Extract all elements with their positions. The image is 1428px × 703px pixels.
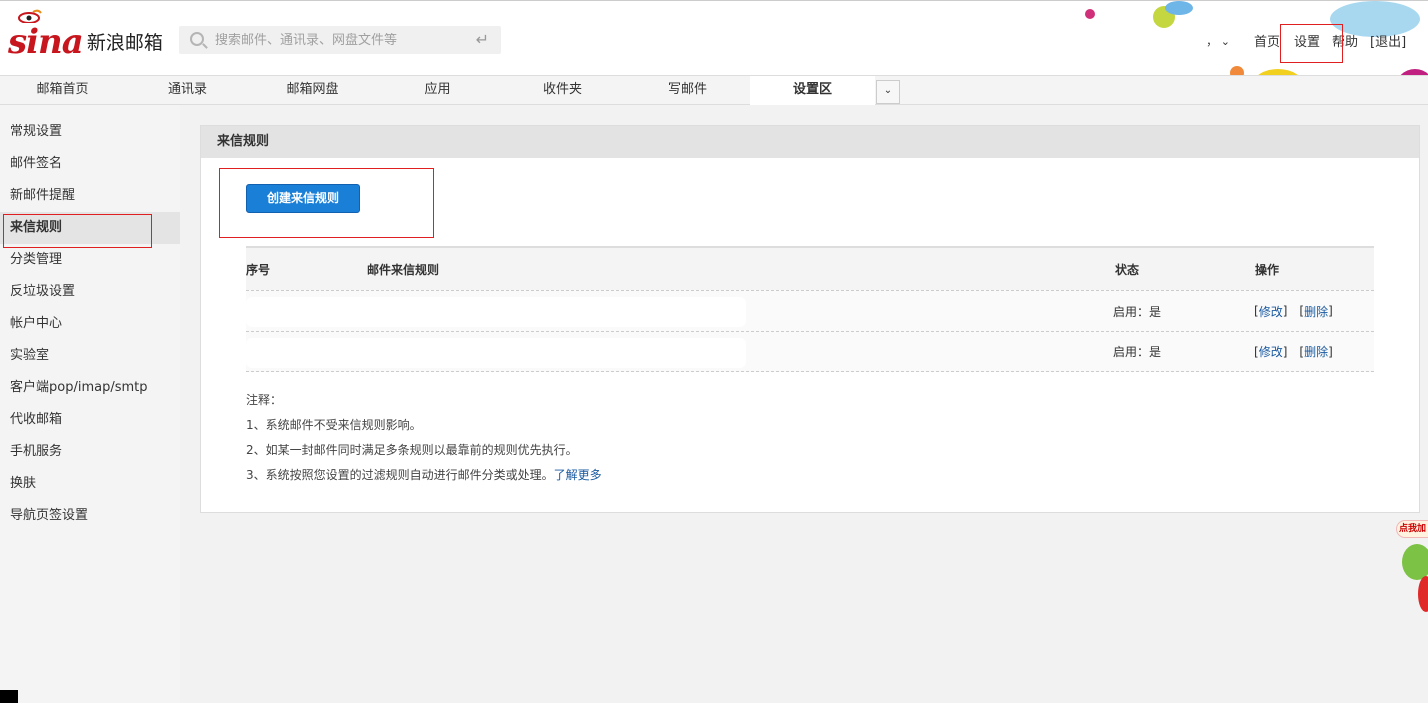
logo-brand: sina <box>8 22 84 62</box>
mascot-icon <box>1402 544 1428 580</box>
sidebar-item-account-center[interactable]: 帐户中心 <box>0 308 180 340</box>
settings-sidebar: 常规设置 邮件签名 新邮件提醒 来信规则 分类管理 反垃圾设置 帐户中心 实验室… <box>0 105 180 703</box>
widget-label: 点我加 <box>1396 520 1428 538</box>
sidebar-item-mobile-service[interactable]: 手机服务 <box>0 436 180 468</box>
search-icon <box>183 26 213 54</box>
rule-status: 启用：是 <box>1113 345 1162 359</box>
sidebar-item-skin[interactable]: 换肤 <box>0 468 180 500</box>
rule-actions: [修改] [删除] <box>1254 343 1333 360</box>
table-row: 启用：是 [修改] [删除] <box>246 290 1374 331</box>
search-bar[interactable]: ↵ <box>179 26 501 54</box>
search-input[interactable] <box>215 32 465 48</box>
tab-contacts[interactable]: 通讯录 <box>125 76 250 104</box>
sidebar-item-lab[interactable]: 实验室 <box>0 340 180 372</box>
col-index: 序号 <box>246 262 271 277</box>
delete-rule-link[interactable]: 删除 <box>1304 343 1328 360</box>
note-line: 1、系统邮件不受来信规则影响。 <box>246 418 422 432</box>
enter-icon[interactable]: ↵ <box>476 30 489 49</box>
tab-settings[interactable]: 设置区 <box>750 76 875 106</box>
edit-rule-link[interactable]: 修改 <box>1259 343 1283 360</box>
tab-inbox[interactable]: 收件夹 <box>500 76 625 104</box>
flower-decoration <box>1165 1 1193 15</box>
settings-highlight-box <box>1280 24 1343 63</box>
home-link[interactable]: 首页 <box>1254 31 1280 50</box>
tab-cloud-drive[interactable]: 邮箱网盘 <box>250 76 375 104</box>
sidebar-item-antispam[interactable]: 反垃圾设置 <box>0 276 180 308</box>
note-line: 2、如某一封邮件同时满足多条规则以最靠前的规则优先执行。 <box>246 443 578 457</box>
col-rule: 邮件来信规则 <box>367 262 440 277</box>
logo-product: 新浪邮箱 <box>86 32 163 54</box>
sina-eye-icon <box>18 9 42 23</box>
flower-decoration <box>1085 9 1095 19</box>
note-line-3: 3、系统按照您设置的过滤规则自动进行邮件分类或处理。了解更多 <box>246 468 602 482</box>
sidebar-item-fetch-mail[interactable]: 代收邮箱 <box>0 404 180 436</box>
sidebar-item-general[interactable]: 常规设置 <box>0 116 180 148</box>
tab-compose[interactable]: 写邮件 <box>625 76 750 104</box>
notes-title: 注释： <box>246 393 283 407</box>
learn-more-link[interactable]: 了解更多 <box>554 468 602 482</box>
logout-link[interactable]: [退出] <box>1370 31 1406 50</box>
table-row: 启用：是 [修改] [删除] <box>246 331 1374 372</box>
delete-rule-link[interactable]: 删除 <box>1304 303 1328 320</box>
corner-marker <box>0 690 18 703</box>
table-header: 序号 邮件来信规则 状态 操作 <box>246 246 1374 290</box>
header: sina 新浪邮箱 ↵ ， ⌄ 首页 设置 帮助 [退出] <box>0 0 1428 109</box>
col-status: 状态 <box>1115 262 1140 277</box>
rule-actions: [修改] [删除] <box>1254 303 1333 320</box>
sidebar-item-new-mail-alert[interactable]: 新邮件提醒 <box>0 180 180 212</box>
tab-apps[interactable]: 应用 <box>375 76 500 104</box>
notes: 注释： 1、系统邮件不受来信规则影响。 2、如某一封邮件同时满足多条规则以最靠前… <box>246 388 602 488</box>
user-dropdown[interactable]: ， ⌄ <box>1200 33 1230 49</box>
main-nav: 邮箱首页 通讯录 邮箱网盘 应用 收件夹 写邮件 设置区 ⌄ <box>0 75 1428 106</box>
tab-mail-home[interactable]: 邮箱首页 <box>0 76 125 104</box>
sina-mail-logo[interactable]: sina 新浪邮箱 <box>8 9 163 62</box>
floating-mascot-widget[interactable]: 点我加 <box>1396 520 1428 620</box>
rule-status: 启用：是 <box>1113 304 1162 319</box>
panel-title: 来信规则 <box>201 126 1419 158</box>
col-actions: 操作 <box>1255 262 1280 277</box>
create-button-highlight-box <box>219 168 434 238</box>
redacted-content <box>246 338 746 368</box>
chevron-down-icon[interactable]: ⌄ <box>876 80 900 104</box>
active-item-highlight-box <box>3 214 152 248</box>
redacted-content <box>246 297 746 327</box>
mascot-icon <box>1418 576 1428 612</box>
sidebar-item-categories[interactable]: 分类管理 <box>0 244 180 276</box>
edit-rule-link[interactable]: 修改 <box>1259 303 1283 320</box>
sidebar-item-nav-tabs[interactable]: 导航页签设置 <box>0 500 180 532</box>
sidebar-item-signature[interactable]: 邮件签名 <box>0 148 180 180</box>
sidebar-item-client-protocols[interactable]: 客户端pop/imap/smtp <box>0 372 180 404</box>
rules-table: 序号 邮件来信规则 状态 操作 启用：是 [修改] [删除] 启用：是 [修改]… <box>246 246 1374 372</box>
